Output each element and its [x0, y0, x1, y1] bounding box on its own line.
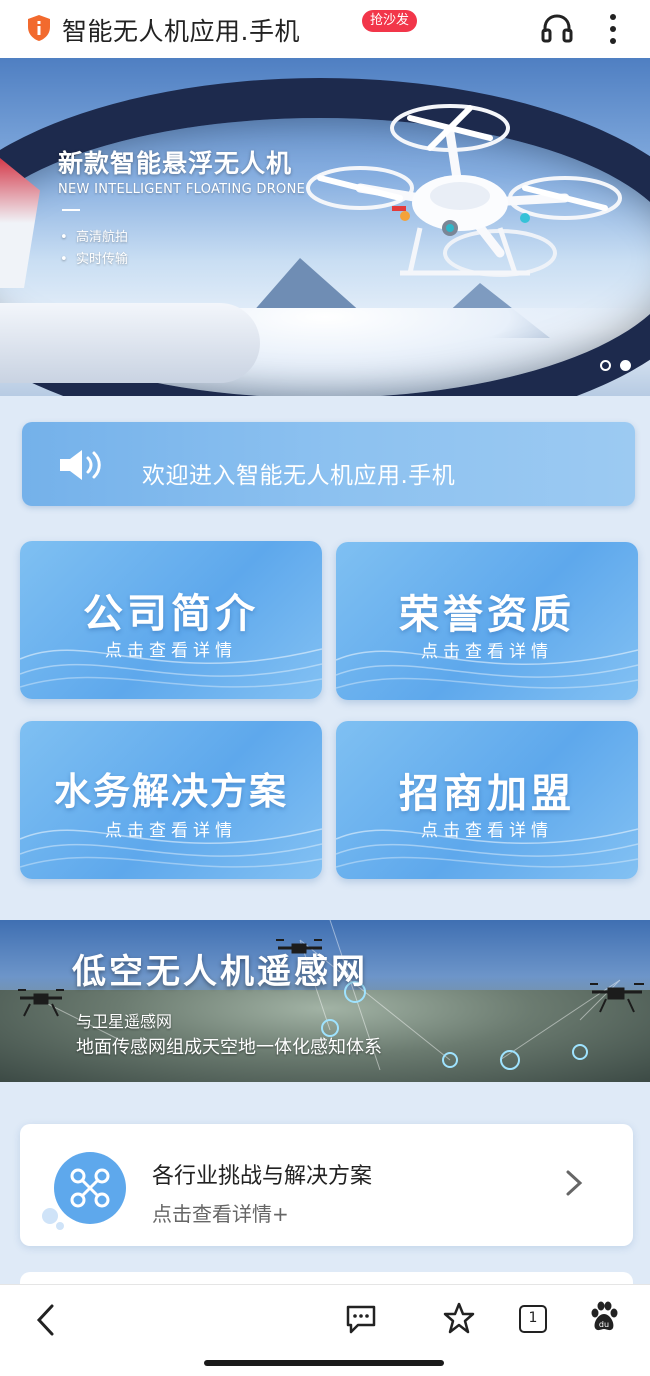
- hero-carousel[interactable]: 新款智能悬浮无人机 NEW INTELLIGENT FLOATING DRONE…: [0, 58, 650, 396]
- tile-honors[interactable]: 荣誉资质 点击查看详情: [336, 542, 638, 700]
- industry-solutions-card[interactable]: 各行业挑战与解决方案 点击查看详情+: [20, 1124, 633, 1246]
- tile-title: 公司简介: [83, 591, 259, 637]
- drone-icon: [590, 983, 644, 1013]
- remote-sensing-line-1: 与卫星遥感网: [76, 1012, 173, 1031]
- drone-icon: [42, 1152, 126, 1230]
- baidu-paw-icon[interactable]: du: [588, 1301, 620, 1333]
- tile-company-profile[interactable]: 公司简介 点击查看详情: [20, 541, 322, 699]
- hero-bullet: • 高清航拍: [60, 230, 128, 245]
- remote-sensing-title: 低空无人机遥感网: [72, 952, 368, 992]
- tab-count: 1: [528, 1310, 538, 1326]
- notice-bar[interactable]: 欢迎进入智能无人机应用.手机: [22, 422, 635, 506]
- tile-water-solution[interactable]: 水务解决方案 点击查看详情: [20, 721, 322, 879]
- svg-text:du: du: [599, 1320, 609, 1329]
- solution-title: 各行业挑战与解决方案: [152, 1164, 373, 1189]
- tile-title: 水务解决方案: [54, 770, 288, 813]
- star-icon[interactable]: [442, 1301, 476, 1335]
- tile-subtitle: 点击查看详情: [105, 641, 237, 661]
- carousel-dot[interactable]: [600, 360, 611, 371]
- hero-title: 新款智能悬浮无人机: [58, 149, 293, 178]
- more-vertical-icon[interactable]: [603, 12, 623, 46]
- tile-title: 招商加盟: [399, 771, 575, 817]
- drone-icon: [18, 989, 64, 1017]
- comment-icon[interactable]: [344, 1303, 378, 1335]
- tile-franchise[interactable]: 招商加盟 点击查看详情: [336, 721, 638, 879]
- page-title: 智能无人机应用.手机: [62, 17, 300, 46]
- remote-sensing-banner[interactable]: 低空无人机遥感网 与卫星遥感网 地面传感网组成天空地一体化感知体系: [0, 920, 650, 1082]
- headphone-icon[interactable]: [540, 12, 574, 44]
- notice-text: 欢迎进入智能无人机应用.手机: [142, 463, 456, 489]
- shield-info-icon[interactable]: [26, 14, 52, 42]
- tile-subtitle: 点击查看详情: [105, 821, 237, 841]
- back-icon[interactable]: [32, 1303, 60, 1337]
- tabs-icon[interactable]: 1: [519, 1305, 547, 1333]
- remote-sensing-line-2: 地面传感网组成天空地一体化感知体系: [76, 1037, 382, 1058]
- solution-subtitle: 点击查看详情+: [152, 1202, 289, 1226]
- hero-divider: [62, 209, 80, 211]
- comment-badge: 抢沙发: [362, 10, 418, 32]
- speaker-icon: [60, 450, 101, 480]
- airplane-engine: [0, 303, 260, 383]
- drone-image: [306, 104, 622, 277]
- hero-subtitle: NEW INTELLIGENT FLOATING DRONE: [58, 182, 306, 197]
- tile-title: 荣誉资质: [399, 592, 575, 638]
- tile-subtitle: 点击查看详情: [421, 821, 553, 841]
- tile-subtitle: 点击查看详情: [421, 642, 553, 662]
- carousel-dot-active[interactable]: [620, 360, 631, 371]
- home-indicator[interactable]: [204, 1360, 444, 1366]
- chevron-right-icon[interactable]: [560, 1168, 588, 1198]
- top-bar: 智能无人机应用.手机: [0, 0, 650, 58]
- hero-bullet: • 实时传输: [60, 252, 128, 267]
